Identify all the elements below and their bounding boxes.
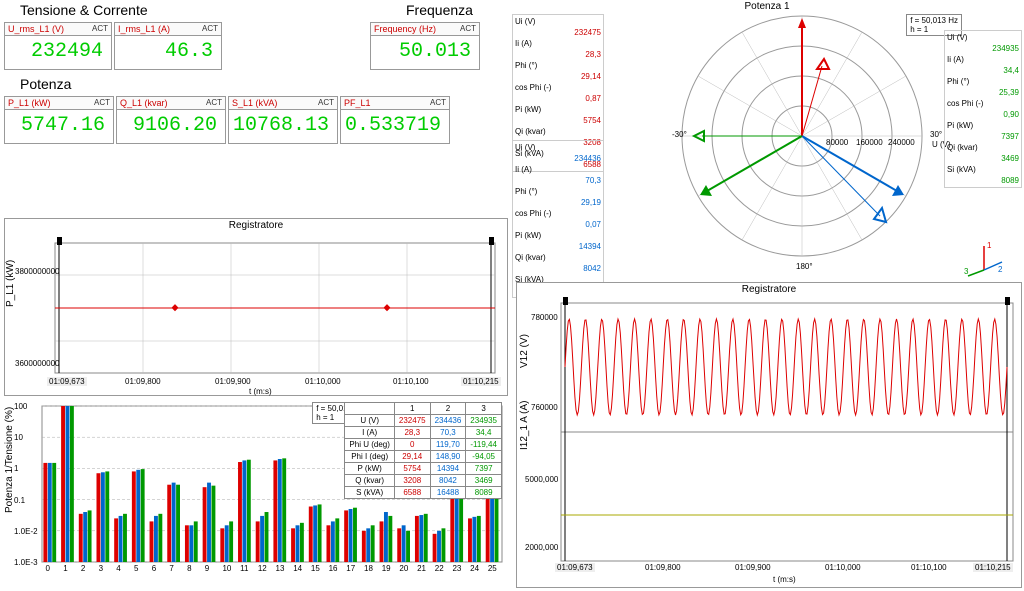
recorder-p-chart[interactable]: Registratore P_L1 (kW) 3800000000 360000… — [4, 218, 508, 396]
meas-q: Q_L1 (kvar)ACT 9106.20 — [116, 96, 226, 144]
act-label: ACT — [92, 23, 108, 35]
meas-freq: Frequency (Hz)ACT 50.013 — [370, 22, 480, 70]
svg-text:2: 2 — [998, 265, 1003, 274]
harmonics-chart[interactable]: Potenza 1/Tensione (%) 1.0E-31.0E-20.111… — [4, 400, 508, 588]
meas-s: S_L1 (kVA)ACT 10768.13 — [228, 96, 338, 144]
meas-urms-label: U_rms_L1 (V) — [8, 23, 64, 35]
meas-irms: I_rms_L1 (A)ACT 46.3 — [114, 22, 222, 70]
section-title-freq: Frequenza — [366, 0, 506, 22]
meas-irms-value: 46.3 — [115, 36, 221, 69]
meas-pf: PF_L1ACT 0.533719 — [340, 96, 450, 144]
polar-ch2-box: Ui (V)234436Ii (A)70,3Phi (°)29,19cos Ph… — [512, 140, 604, 298]
polar-chart[interactable]: Potenza 1 -30° 30° 180° U (V — [512, 0, 1022, 286]
polar-ch3-box: Ui (V)234935Ii (A)34,4Phi (°)25,39cos Ph… — [944, 30, 1022, 188]
meas-urms: U_rms_L1 (V) ACT 232494 — [4, 22, 112, 70]
svg-text:1: 1 — [987, 241, 992, 250]
section-title-power: Potenza — [0, 70, 508, 96]
meas-urms-value: 232494 — [5, 36, 111, 69]
axis-3d-icon: 1 2 3 — [964, 240, 1004, 280]
harm-table: 123U (V)232475234436234935I (A)28,370,33… — [344, 402, 502, 499]
recorder-waveform[interactable]: Registratore I12_1 A (A) V12 (V) 780000 … — [516, 282, 1022, 588]
meas-p: P_L1 (kW)ACT 5747.16 — [4, 96, 114, 144]
recorder-title: Registratore — [5, 219, 507, 232]
meas-irms-label: I_rms_L1 (A) — [118, 23, 170, 35]
svg-text:3: 3 — [964, 267, 969, 276]
